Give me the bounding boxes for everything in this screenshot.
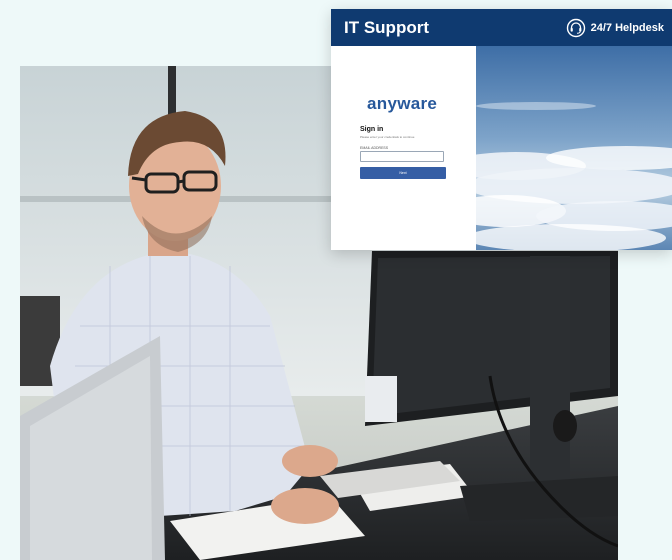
- helpdesk-label: 24/7 Helpdesk: [590, 21, 664, 34]
- card-title: IT Support: [344, 17, 429, 37]
- headset-icon: [566, 18, 585, 37]
- email-field[interactable]: [360, 151, 444, 162]
- signin-heading: Sign in: [360, 126, 384, 133]
- it-support-card: IT Support 24/7 Helpdesk anyware Sign in…: [331, 9, 672, 250]
- sky-clouds: [476, 46, 672, 250]
- clouds-image: [476, 46, 672, 250]
- login-panel: anyware Sign in Please enter your creden…: [331, 46, 476, 250]
- next-button[interactable]: Next: [360, 167, 446, 179]
- email-label: EMAIL ADDRESS: [360, 146, 389, 150]
- brand-logo: anyware: [367, 94, 438, 113]
- card-header: IT Support 24/7 Helpdesk: [331, 9, 672, 46]
- helpdesk-link[interactable]: 24/7 Helpdesk: [566, 18, 664, 38]
- signin-subheading: Please enter your credentials to continu…: [360, 135, 415, 139]
